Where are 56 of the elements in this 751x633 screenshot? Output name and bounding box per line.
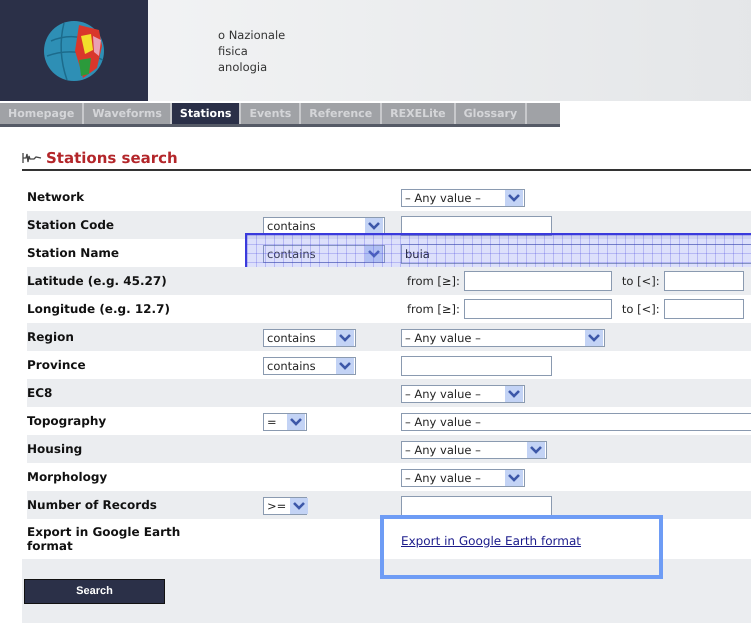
value-dropdown[interactable]: – Any value – bbox=[401, 385, 525, 403]
chevron-down-icon bbox=[527, 442, 545, 458]
institute-name-line: fisica bbox=[218, 42, 249, 58]
page-title: Stations search bbox=[46, 149, 178, 167]
operator-dropdown[interactable]: = bbox=[263, 413, 307, 431]
text-field[interactable] bbox=[401, 496, 552, 516]
value-dropdown[interactable]: – Any value – bbox=[401, 189, 525, 207]
operator-dropdown[interactable]: >= bbox=[263, 497, 307, 515]
text-field[interactable] bbox=[401, 356, 552, 376]
field-label: Station Code bbox=[27, 218, 116, 232]
field-label: Region bbox=[27, 330, 75, 344]
text-field[interactable]: buia bbox=[401, 244, 751, 264]
value-dropdown[interactable]: – Any value – bbox=[401, 469, 525, 487]
operator-dropdown[interactable]: contains bbox=[263, 357, 356, 375]
chevron-down-icon bbox=[505, 470, 523, 486]
chevron-down-icon bbox=[365, 218, 383, 234]
chevron-down-icon bbox=[336, 358, 354, 374]
field-label: Export in Google Earth format bbox=[27, 525, 182, 553]
to-field[interactable] bbox=[664, 299, 744, 319]
field-label: EC8 bbox=[27, 386, 54, 400]
from-label: from [≥]: bbox=[407, 274, 460, 288]
value-dropdown[interactable]: – Any value – bbox=[401, 413, 751, 431]
field-label: Morphology bbox=[27, 470, 108, 484]
operator-dropdown[interactable]: contains bbox=[263, 329, 356, 347]
field-label: Topography bbox=[27, 414, 108, 428]
value-dropdown[interactable]: – Any value – bbox=[401, 329, 605, 347]
waveform-icon bbox=[22, 152, 42, 164]
chevron-down-icon bbox=[585, 330, 603, 346]
nav-tab[interactable]: Stations bbox=[172, 103, 242, 124]
chevron-down-icon bbox=[505, 190, 523, 206]
value-dropdown[interactable]: – Any value – bbox=[401, 441, 547, 459]
institute-name-line: anologia bbox=[218, 58, 268, 74]
operator-dropdown[interactable]: contains bbox=[263, 217, 385, 235]
field-label: Station Name bbox=[27, 246, 120, 260]
chevron-down-icon bbox=[287, 414, 305, 430]
text-field[interactable] bbox=[401, 216, 552, 236]
operator-dropdown[interactable]: contains bbox=[263, 245, 385, 263]
field-label: Network bbox=[27, 190, 86, 204]
from-field[interactable] bbox=[464, 271, 612, 291]
to-label: to [<]: bbox=[622, 302, 660, 316]
chevron-down-icon bbox=[505, 386, 523, 402]
search-button[interactable]: Search bbox=[24, 578, 165, 604]
chevron-down-icon bbox=[290, 498, 308, 514]
institute-name-line: o Nazionale bbox=[218, 26, 286, 42]
field-label: Province bbox=[27, 358, 87, 372]
to-field[interactable] bbox=[664, 271, 744, 291]
from-label: from [≥]: bbox=[407, 302, 460, 316]
field-label: Longitude (e.g. 12.7) bbox=[27, 302, 171, 316]
field-label: Housing bbox=[27, 442, 84, 456]
field-label: Number of Records bbox=[27, 498, 158, 512]
chevron-down-icon bbox=[365, 246, 383, 262]
to-label: to [<]: bbox=[622, 274, 660, 288]
export-link[interactable]: Export in Google Earth format bbox=[401, 534, 582, 548]
field-label: Latitude (e.g. 45.27) bbox=[27, 274, 168, 288]
from-field[interactable] bbox=[464, 299, 612, 319]
chevron-down-icon bbox=[336, 330, 354, 346]
